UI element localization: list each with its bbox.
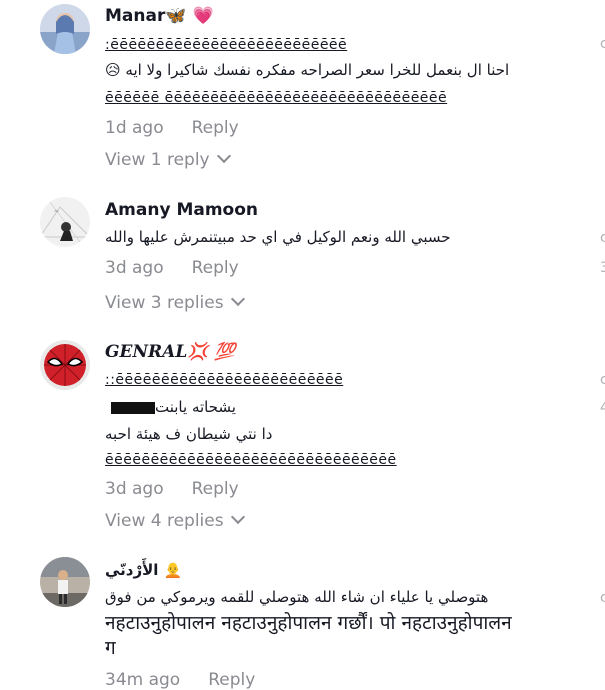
redaction-mark: [111, 401, 155, 414]
view-replies-button[interactable]: View 3 replies: [105, 291, 245, 313]
comment-text: يشحاته يابنت: [105, 397, 245, 417]
comment-text: ::ēēēēēēēēēēēēēēēēēēēēēēēēē: [105, 372, 344, 388]
comment-text-fragment: يشحاته يابنت: [155, 398, 236, 416]
edge-glyph: c: [600, 36, 605, 52]
comment-text: ग: [105, 637, 116, 659]
avatar[interactable]: [40, 340, 90, 390]
author-emoji: 🦋 💗: [165, 6, 214, 26]
chevron-down-icon: [230, 509, 245, 525]
svg-text:~: ~: [54, 208, 59, 215]
comment-text: دا نتي شيطان ف هيئة احبه: [105, 425, 273, 443]
author-label[interactable]: GENRAL: [105, 342, 187, 362]
reply-button[interactable]: Reply: [192, 118, 239, 138]
edge-glyph: c: [600, 230, 605, 246]
comment-text: حسبي الله ونعم الوكيل في اي حد مبيتنمرش …: [105, 228, 451, 246]
author-name[interactable]: GENRAL💢 💯: [105, 342, 236, 362]
author-emoji: 💢 💯: [187, 342, 236, 362]
reply-button[interactable]: Reply: [192, 258, 239, 278]
view-replies-label[interactable]: View 4 replies: [105, 511, 224, 531]
avatar[interactable]: [40, 557, 90, 607]
author-emoji: 🧑‍🦲: [163, 561, 183, 579]
reply-button[interactable]: Reply: [208, 670, 255, 690]
view-replies-label[interactable]: View 3 replies: [105, 293, 224, 313]
comment-meta: 3d ago Reply: [105, 479, 239, 499]
author-label[interactable]: Amany Mamoon: [105, 200, 258, 220]
timestamp: 1d ago: [105, 118, 164, 138]
comment-text: هتوصلي يا علياء ان شاء الله هتوصلي للقمه…: [105, 588, 489, 606]
comment-text: ēēēēēē ēēēēēēēēēēēēēēēēēēēēēēēēēēēēēēē: [105, 90, 448, 106]
chevron-down-icon: [216, 148, 231, 164]
view-replies-button[interactable]: View 1 reply: [105, 148, 231, 170]
avatar[interactable]: ~: [40, 197, 90, 247]
timestamp: 34m ago: [105, 670, 181, 690]
author-label[interactable]: الأَرْدنّي: [105, 561, 158, 579]
comment-meta: 34m ago Reply: [105, 670, 255, 690]
view-replies-button[interactable]: View 4 replies: [105, 509, 245, 531]
author-label[interactable]: Manar: [105, 6, 165, 26]
edge-glyph: c: [600, 590, 605, 606]
avatar[interactable]: [40, 4, 90, 54]
comment-text: ēēēēēēēēēēēēēēēēēēēēēēēēēēēēēēēē: [105, 452, 397, 468]
author-name[interactable]: Amany Mamoon: [105, 200, 258, 220]
comment-text: नहटाउनुहोपालन नहटाउनुहोपालन गर्छौं। पो न…: [105, 612, 512, 634]
chevron-down-icon: [230, 291, 245, 307]
author-name[interactable]: الأَرْدنّي 🧑‍🦲: [105, 561, 182, 579]
comment-meta: 1d ago Reply: [105, 118, 239, 138]
reply-button[interactable]: Reply: [192, 479, 239, 499]
edge-glyph: 4: [600, 400, 605, 416]
timestamp: 3d ago: [105, 258, 164, 278]
comment-text: :ēēēēēēēēēēēēēēēēēēēēēēēēēē: [105, 37, 348, 53]
timestamp: 3d ago: [105, 479, 164, 499]
edge-glyph: c: [600, 372, 605, 388]
comment-meta: 3d ago Reply: [105, 258, 239, 278]
edge-glyph: 3: [600, 260, 605, 276]
view-replies-label[interactable]: View 1 reply: [105, 150, 210, 170]
author-name[interactable]: Manar🦋 💗: [105, 6, 214, 26]
comment-text: احنا ال بنعمل للخرا سعر الصراحه مفكره نف…: [105, 61, 510, 79]
